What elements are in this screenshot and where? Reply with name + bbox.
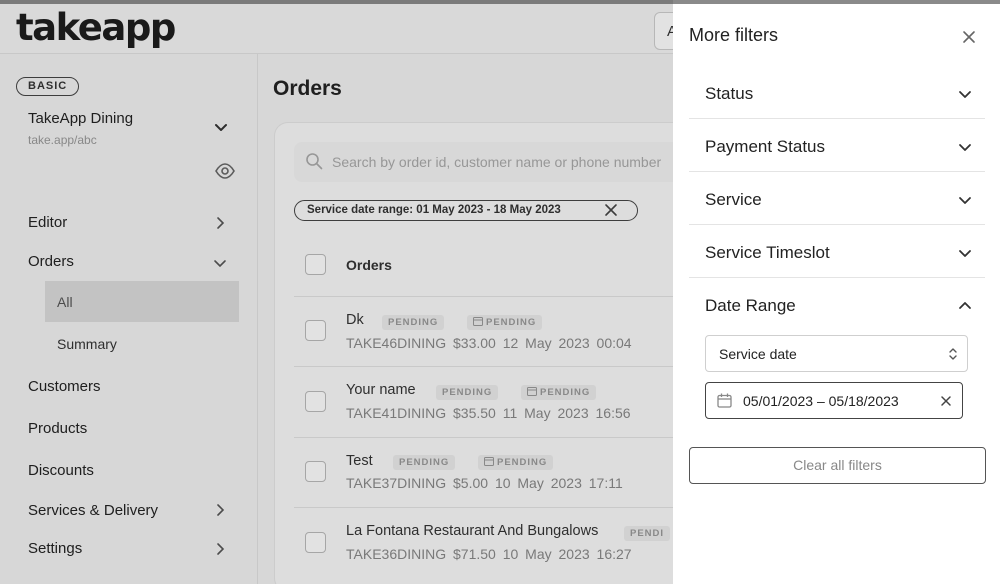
- chevron-down-icon: [959, 250, 971, 257]
- clear-all-filters-button[interactable]: Clear all filters: [689, 447, 986, 484]
- chevron-down-icon: [959, 144, 971, 151]
- calendar-icon: [717, 393, 732, 408]
- filter-section-label: Payment Status: [705, 137, 826, 156]
- filter-section-label: Status: [705, 84, 754, 103]
- filter-section-service[interactable]: Service: [689, 172, 985, 225]
- chevron-down-icon: [959, 91, 971, 98]
- date-range-input[interactable]: 05/01/2023 – 05/18/2023: [705, 382, 963, 419]
- filter-section-status[interactable]: Status: [689, 66, 985, 119]
- filter-section-label: Service Timeslot: [705, 243, 830, 262]
- date-type-select[interactable]: Service date: [705, 335, 968, 372]
- date-range-value: 05/01/2023 – 05/18/2023: [743, 393, 899, 409]
- filter-section-label: Service: [705, 190, 762, 209]
- close-icon[interactable]: [960, 28, 978, 46]
- filters-drawer: More filters Status Payment Status Servi…: [673, 0, 1000, 584]
- chevron-down-icon: [959, 197, 971, 204]
- close-icon[interactable]: [940, 395, 952, 407]
- drawer-title: More filters: [689, 25, 779, 45]
- filter-section-date-range[interactable]: Date Range: [689, 278, 985, 331]
- date-type-value: Service date: [719, 346, 797, 362]
- chevron-up-icon: [959, 302, 971, 309]
- filter-section-payment-status[interactable]: Payment Status: [689, 119, 985, 172]
- updown-arrows-icon: [949, 348, 957, 360]
- filter-section-service-timeslot[interactable]: Service Timeslot: [689, 225, 985, 278]
- filter-section-label: Date Range: [705, 296, 796, 315]
- modal-overlay[interactable]: [0, 0, 673, 584]
